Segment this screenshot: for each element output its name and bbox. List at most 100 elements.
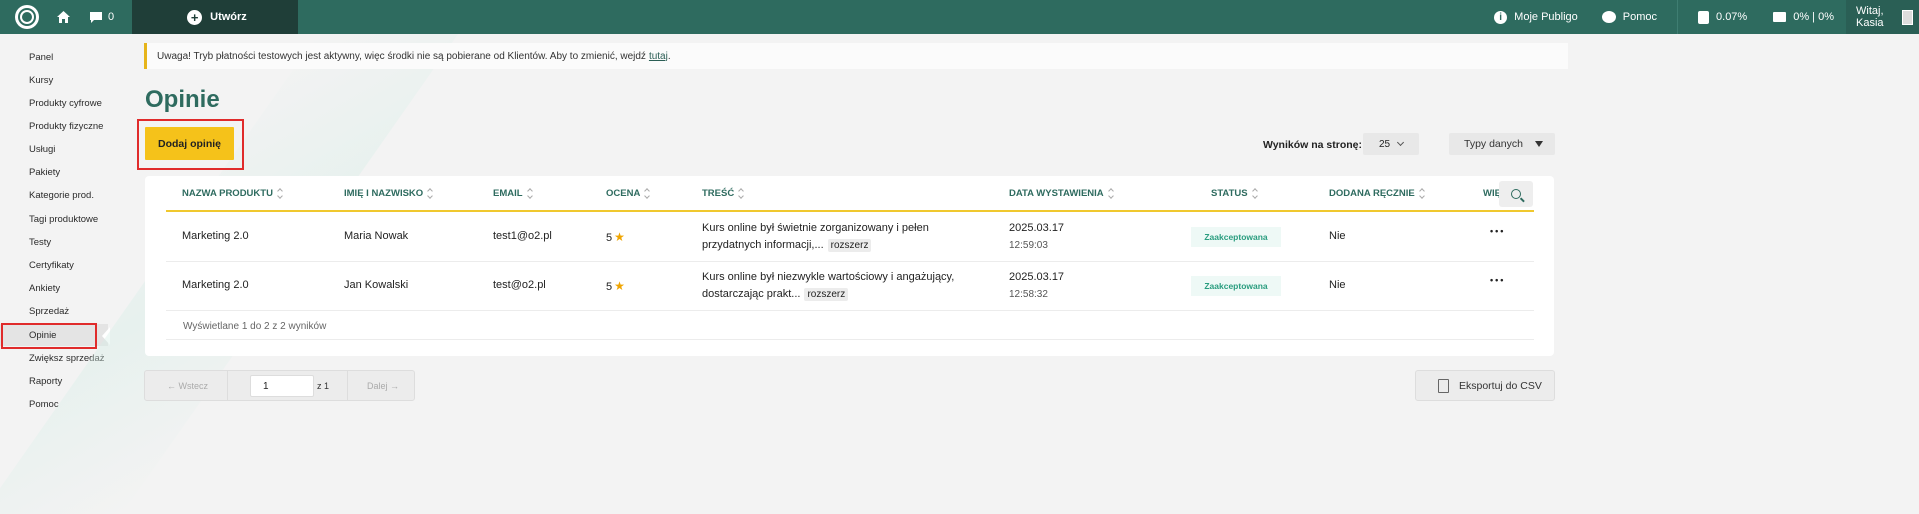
my-publigo-button[interactable]: i Moje Publigo: [1482, 0, 1590, 34]
review-date: 2025.03.17: [1009, 271, 1065, 283]
sidebar-icon: lightbulb-icon: [8, 51, 20, 63]
sidebar-item-produkty-fizyczne[interactable]: package-icon Produkty fizyczne: [0, 115, 108, 137]
notice-text: Uwaga! Tryb płatności testowych jest akt…: [157, 50, 646, 62]
sort-icon: [1418, 188, 1425, 199]
column-header[interactable]: TREŚĆ: [702, 188, 745, 199]
divider: [227, 371, 228, 400]
page-input[interactable]: 1: [250, 375, 314, 397]
storage-usage[interactable]: 0.07%: [1678, 0, 1767, 34]
review-content-text: dostarczając prakt...: [702, 288, 801, 300]
sidebar-icon: help-icon: [8, 398, 20, 410]
column-header-label: NAZWA PRODUKTU: [182, 188, 273, 199]
sidebar-icon: line-chart-icon: [8, 375, 20, 387]
column-header[interactable]: DODANA RĘCZNIE: [1329, 188, 1425, 199]
sidebar-item-usługi[interactable]: user-icon Usługi: [0, 138, 108, 160]
column-header[interactable]: STATUS: [1211, 188, 1258, 199]
sidebar-item-testy[interactable]: pencil-square-icon Testy: [0, 231, 108, 253]
sidebar-icon: grid-icon: [8, 166, 20, 178]
sidebar-icon: certificate-icon: [8, 259, 20, 271]
notice-end: .: [667, 50, 671, 62]
sort-icon: [427, 188, 434, 199]
rating-value: 5: [606, 232, 613, 244]
row-divider: [166, 310, 1534, 311]
sidebar-item-label: Raporty: [29, 375, 63, 387]
more-actions-icon[interactable]: •••: [1490, 226, 1505, 236]
sidebar-item-label: Tagi produktowe: [29, 213, 99, 225]
comments-count: 0: [108, 11, 115, 23]
help-button[interactable]: Pomoc: [1590, 0, 1677, 34]
sidebar-item-label: Kategorie prod.: [29, 189, 94, 201]
column-header[interactable]: DATA WYSTAWIENIA: [1009, 188, 1114, 199]
table-search-button[interactable]: [1499, 181, 1533, 207]
review-date: 2025.03.17: [1009, 222, 1065, 234]
create-button[interactable]: + Utwórz: [132, 0, 299, 34]
review-content-line: dostarczając prakt... rozszerz: [702, 288, 849, 301]
avatar: [1902, 9, 1913, 25]
expand-button[interactable]: rozszerz: [827, 239, 872, 252]
logo-mark: [20, 10, 34, 24]
top-bar-right: i Moje Publigo Pomoc 0.07% 0% | 0% Witaj…: [1482, 0, 1919, 34]
sidebar-item-kursy[interactable]: graduation-cap-icon Kursy: [0, 69, 108, 91]
status-badge: Zaakceptowana: [1191, 227, 1281, 247]
column-header[interactable]: NAZWA PRODUKTU: [182, 188, 283, 199]
header-underline: [166, 210, 1534, 212]
page-title: Opinie: [145, 86, 220, 113]
sidebar-icon: clipboard-icon: [8, 282, 20, 294]
sidebar-item-label: Panel: [29, 51, 54, 63]
storage-icon: [1698, 10, 1710, 24]
column-header[interactable]: OCENA: [606, 188, 651, 199]
mail-usage[interactable]: 0% | 0%: [1767, 0, 1846, 34]
sidebar-item-label: Pomoc: [29, 398, 59, 410]
data-types-dropdown[interactable]: Typy danych: [1449, 133, 1555, 155]
info-icon: i: [1494, 10, 1508, 24]
sidebar-item-panel[interactable]: lightbulb-icon Panel: [0, 46, 108, 68]
sidebar-item-label: Testy: [29, 236, 52, 248]
reviewer-name: Maria Nowak: [344, 230, 409, 242]
results-info: Wyświetlane 1 do 2 z 2 wyników: [183, 321, 327, 332]
sidebar-item-pakiety[interactable]: grid-icon Pakiety: [0, 161, 108, 183]
sidebar-item-certyfikaty[interactable]: certificate-icon Certyfikaty: [0, 254, 108, 276]
more-actions-icon[interactable]: •••: [1490, 275, 1505, 285]
sidebar-item-label: Usługi: [29, 143, 56, 155]
expand-button[interactable]: rozszerz: [804, 288, 849, 301]
comments-button[interactable]: 0: [90, 11, 114, 23]
reviews-table: NAZWA PRODUKTU IMIĘ I NAZWISKO EMAIL OCENA T…: [145, 176, 1554, 356]
logo-icon[interactable]: [15, 5, 39, 29]
user-menu[interactable]: Witaj, Kasia: [1846, 0, 1919, 34]
sidebar-item-label: Produkty cyfrowe: [29, 97, 102, 109]
export-csv-button[interactable]: Eksportuj do CSV: [1415, 370, 1555, 401]
column-header[interactable]: EMAIL: [493, 188, 533, 199]
mail-icon: [1773, 12, 1787, 22]
notice-link[interactable]: tutaj: [649, 51, 668, 62]
sort-icon: [1251, 188, 1258, 199]
star-icon: ★: [614, 279, 625, 293]
sidebar-item-label: Pakiety: [29, 166, 61, 178]
column-header[interactable]: IMIĘ I NAZWISKO: [344, 188, 434, 199]
comment-icon: [90, 11, 102, 23]
home-icon[interactable]: [57, 11, 70, 23]
sidebar-item-tagi-produktowe[interactable]: tag-icon Tagi produktowe: [0, 208, 108, 230]
sort-icon: [1107, 188, 1114, 199]
prev-page-button[interactable]: ← Wstecz: [167, 381, 208, 391]
column-header-label: DODANA RĘCZNIE: [1329, 188, 1415, 199]
sidebar-item-kategorie-prod-[interactable]: folder-icon Kategorie prod.: [0, 184, 108, 206]
per-page-label: Wyników na stronę:: [1263, 139, 1362, 151]
chat-icon: [1601, 11, 1616, 23]
sidebar-item-produkty-cyfrowe[interactable]: download-icon Produkty cyfrowe: [0, 92, 108, 114]
sidebar-item-ankiety[interactable]: clipboard-icon Ankiety: [0, 277, 108, 299]
sidebar-icon: package-icon: [8, 120, 20, 132]
rating: 5 ★: [606, 279, 625, 293]
sidebar-item-sprzedaż[interactable]: cart-icon Sprzedaż: [0, 300, 108, 322]
help-label: Pomoc: [1622, 11, 1658, 23]
add-review-button[interactable]: Dodaj opinię: [145, 127, 234, 160]
per-page-select[interactable]: 25: [1363, 133, 1419, 155]
sidebar-item-label: Certyfikaty: [29, 259, 74, 271]
next-page-button[interactable]: Dalej →: [367, 381, 399, 391]
caret-down-icon: [1534, 141, 1543, 147]
greeting: Witaj, Kasia: [1856, 5, 1884, 29]
sidebar-icon: cart-icon: [8, 305, 20, 317]
sidebar-icon: user-icon: [8, 143, 20, 155]
divider: [347, 371, 348, 400]
column-header-label: STATUS: [1211, 188, 1248, 199]
review-time: 12:58:32: [1009, 289, 1048, 300]
